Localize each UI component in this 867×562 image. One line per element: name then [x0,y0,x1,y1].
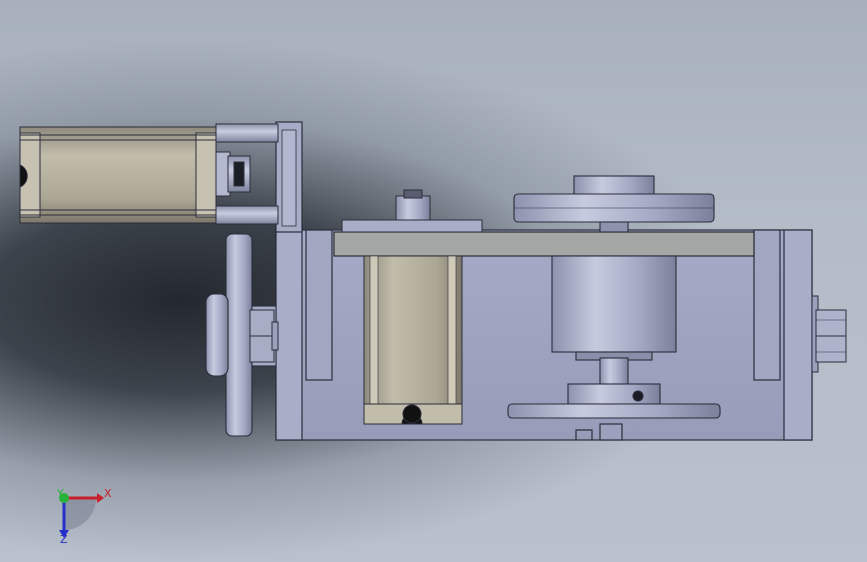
flywheel[interactable] [513,175,715,233]
y-axis-label: Y [56,487,64,500]
assembly-model[interactable]: X Y Z [0,0,867,562]
cad-viewport[interactable]: X Y Z [0,0,867,562]
z-axis-label: Z [60,533,68,546]
hex-bolt-right[interactable] [811,295,847,373]
view-triad: X Y Z [56,487,112,546]
hex-bolt-left[interactable] [249,309,279,363]
stepper-motor-top[interactable] [19,123,279,225]
x-axis-label: X [104,487,112,500]
motor-bracket[interactable] [275,121,303,233]
